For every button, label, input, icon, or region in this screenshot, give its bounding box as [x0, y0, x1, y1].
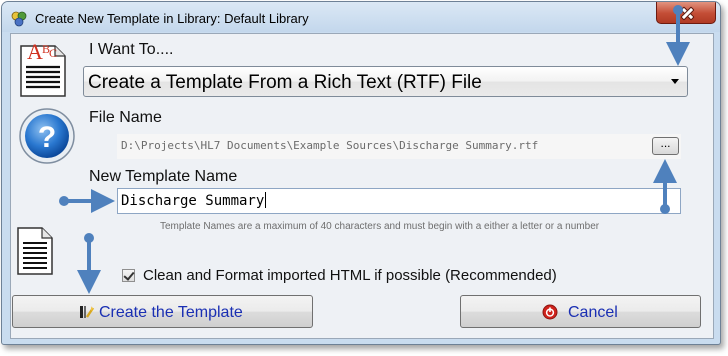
template-name-value: Discharge Summary	[121, 192, 267, 209]
template-name-label: New Template Name	[89, 168, 238, 185]
help-icon: ?	[18, 107, 76, 165]
file-name-label: File Name	[89, 109, 162, 126]
title-bar[interactable]: Create New Template in Library: Default …	[2, 2, 720, 32]
svg-text:?: ?	[38, 121, 56, 154]
document-icon	[15, 226, 55, 276]
template-name-hint: Template Names are a maximum of 40 chara…	[160, 221, 600, 232]
app-icon	[11, 11, 27, 27]
abc-document-icon: A B C	[17, 39, 69, 98]
clean-format-checkbox[interactable]	[122, 269, 135, 282]
window-title: Create New Template in Library: Default …	[35, 11, 309, 26]
create-template-label: Create the Template	[99, 304, 243, 321]
file-name-field[interactable]: D:\Projects\HL7 Documents\Example Source…	[117, 134, 681, 159]
want-label: I Want To....	[89, 41, 174, 58]
template-wand-icon	[79, 304, 95, 320]
close-button[interactable]	[656, 2, 716, 24]
create-template-button[interactable]: Create the Template	[12, 295, 313, 328]
clean-format-label[interactable]: Clean and Format imported HTML if possib…	[143, 267, 557, 284]
text-caret	[265, 192, 267, 208]
file-name-value: D:\Projects\HL7 Documents\Example Source…	[121, 139, 539, 152]
svg-text:A: A	[27, 40, 43, 64]
template-name-input[interactable]: Discharge Summary	[117, 188, 681, 214]
browse-button[interactable]: ...	[652, 137, 679, 155]
chevron-down-icon	[671, 79, 679, 84]
cancel-icon	[542, 304, 558, 320]
cancel-label: Cancel	[568, 304, 618, 321]
action-select-value: Create a Template From a Rich Text (RTF)…	[88, 72, 482, 93]
action-select[interactable]: Create a Template From a Rich Text (RTF)…	[83, 66, 688, 97]
svg-text:C: C	[49, 46, 57, 60]
cancel-button[interactable]: Cancel	[460, 295, 701, 328]
